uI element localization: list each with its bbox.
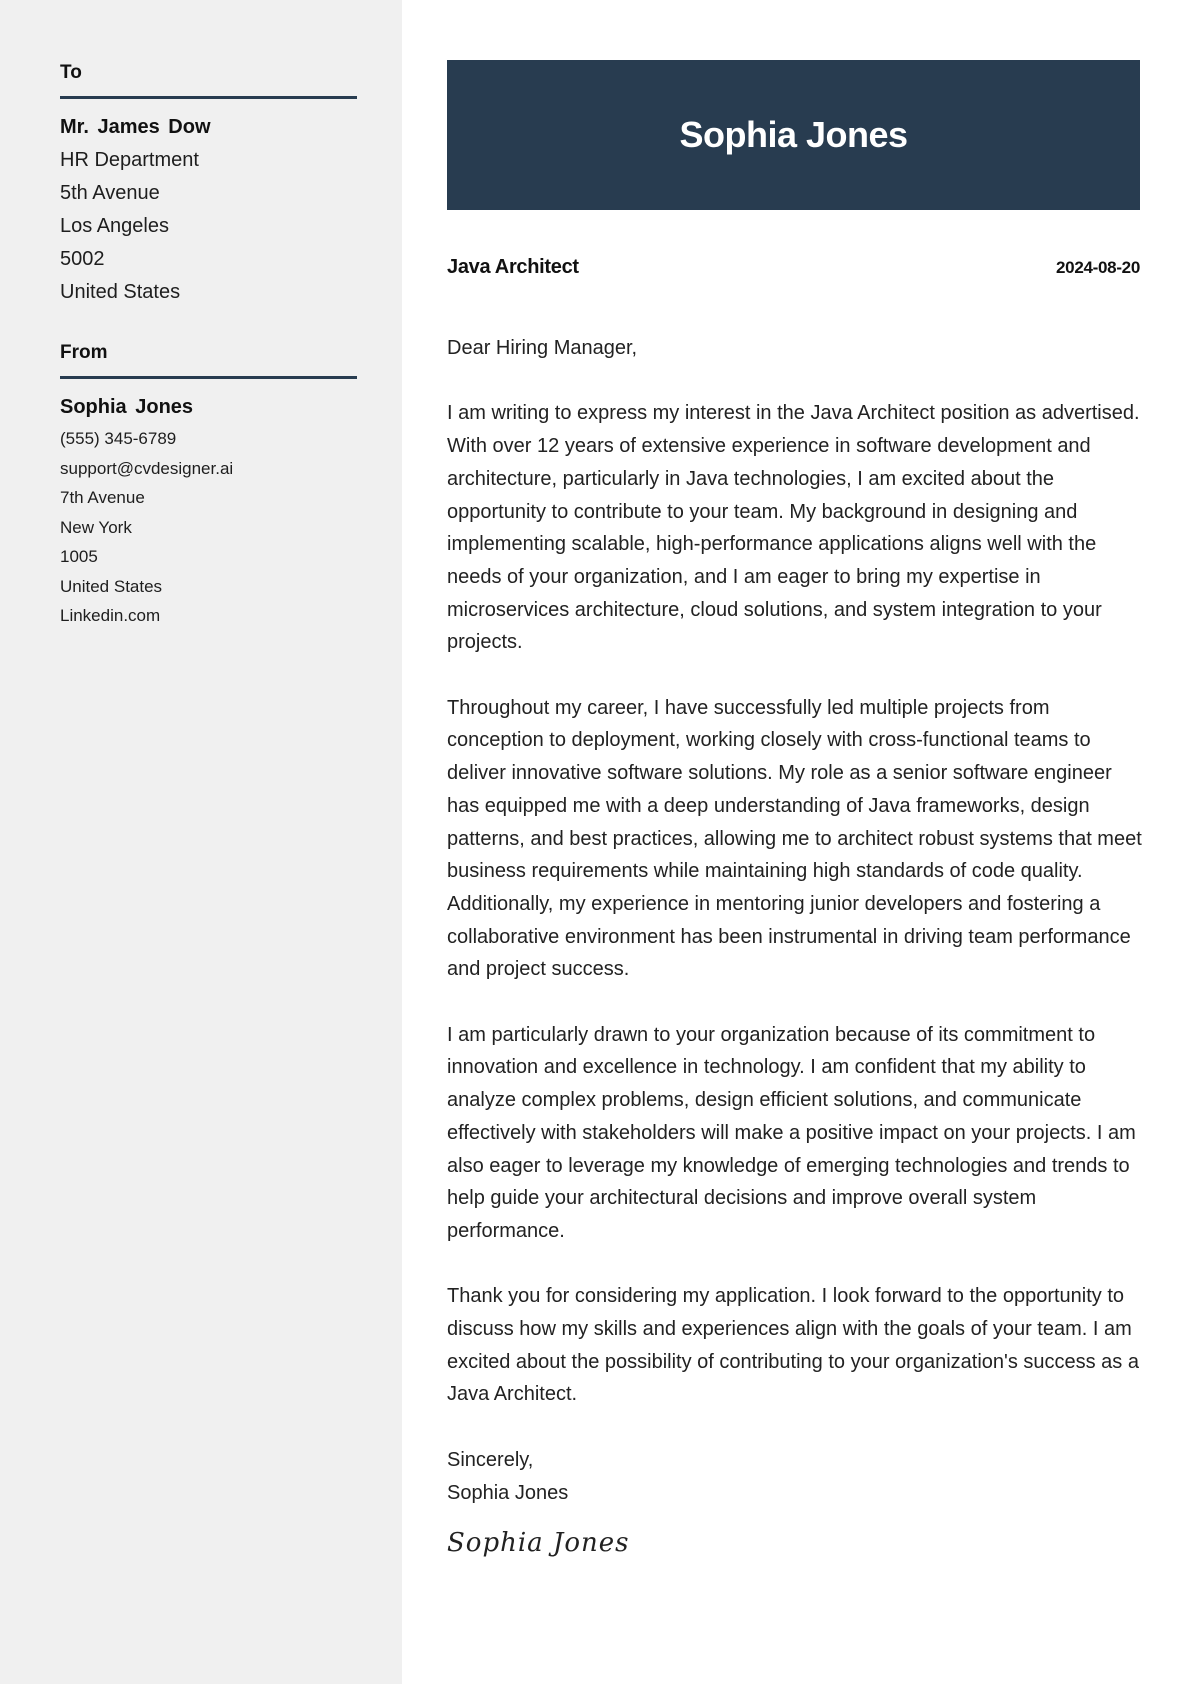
recipient-postcode: 5002 bbox=[60, 248, 105, 270]
closing-block: Sincerely, Sophia Jones bbox=[447, 1444, 1144, 1509]
salutation: Dear Hiring Manager, bbox=[447, 337, 638, 359]
recipient-street: 5th Avenue bbox=[60, 182, 160, 204]
paragraph: Thank you for considering my application… bbox=[447, 1285, 1139, 1406]
sender-postcode: 1005 bbox=[60, 547, 98, 566]
name-banner: Sophia Jones bbox=[447, 60, 1140, 210]
sender-heading: From bbox=[60, 341, 357, 379]
sender-city: New York bbox=[60, 517, 132, 537]
applicant-name: Sophia Jones bbox=[679, 114, 908, 155]
paragraph: I am writing to express my interest in t… bbox=[447, 402, 1140, 654]
recipient-department: HR Department bbox=[60, 149, 199, 171]
sender-email: support@cvdesigner.ai bbox=[60, 458, 234, 478]
recipient-heading: To bbox=[60, 61, 357, 99]
recipient-city: Los Angeles bbox=[60, 215, 169, 237]
recipient-section: To Mr. James Dow HR Department 5th Avenu… bbox=[60, 61, 357, 309]
closing: Sincerely, bbox=[447, 1448, 534, 1471]
sender-phone: (555) 345-6789 bbox=[60, 429, 177, 448]
job-title: Java Architect bbox=[447, 256, 579, 278]
letter-meta: Java Architect 2024-08-20 bbox=[447, 256, 1140, 279]
sender-details: Sophia Jones (555) 345-6789 support@cvde… bbox=[60, 391, 357, 631]
recipient-name: Mr. James Dow bbox=[60, 116, 211, 138]
letter-body: Dear Hiring Manager, I am writing to exp… bbox=[447, 332, 1144, 1560]
sender-section: From Sophia Jones (555) 345-6789 support… bbox=[60, 341, 357, 631]
paragraph: Throughout my career, I have successfull… bbox=[447, 696, 1142, 981]
sidebar: To Mr. James Dow HR Department 5th Avenu… bbox=[0, 0, 402, 1684]
recipient-country: United States bbox=[60, 281, 181, 303]
sender-street: 7th Avenue bbox=[60, 488, 145, 507]
recipient-details: Mr. James Dow HR Department 5th Avenue L… bbox=[60, 111, 357, 309]
letter-date: 2024-08-20 bbox=[1056, 258, 1140, 277]
paragraph: I am particularly drawn to your organiza… bbox=[447, 1023, 1136, 1242]
sender-name: Sophia Jones bbox=[60, 396, 194, 418]
signature: Sophia Jones bbox=[447, 1528, 630, 1559]
sender-country: United States bbox=[60, 576, 163, 596]
sender-website: Linkedin.com bbox=[60, 606, 161, 625]
closing-name: Sophia Jones bbox=[447, 1481, 569, 1504]
